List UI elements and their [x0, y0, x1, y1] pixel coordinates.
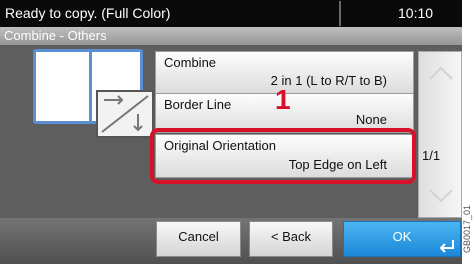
highlight-frame: [150, 128, 416, 184]
status-time: 10:10: [398, 5, 434, 21]
ok-button[interactable]: OK: [343, 221, 461, 257]
chevron-down-icon: [429, 189, 453, 203]
callout-number: 1: [275, 84, 291, 115]
status-message: Ready to copy. (Full Color): [5, 5, 171, 21]
original-orientation-icon: [96, 90, 154, 138]
image-code: GB0017_01: [462, 196, 475, 264]
enter-icon: [439, 240, 454, 253]
page-indicator: 1/1: [422, 148, 441, 163]
breadcrumb: Combine - Others: [0, 27, 462, 45]
border-line-label: Border Line: [164, 97, 232, 112]
back-label: < Back: [270, 229, 312, 244]
back-button[interactable]: < Back: [249, 221, 333, 257]
status-bar: Ready to copy. (Full Color) 10:10: [0, 0, 462, 27]
cancel-button[interactable]: Cancel: [156, 221, 241, 257]
combine-label: Combine: [164, 55, 217, 70]
breadcrumb-text: Combine - Others: [4, 28, 107, 43]
status-separator: [339, 1, 341, 26]
scroll-up-button[interactable]: [421, 54, 461, 94]
scroll-down-button[interactable]: [421, 175, 461, 215]
cancel-label: Cancel: [178, 229, 219, 244]
combine-preview: [29, 49, 157, 141]
image-code-text: GB0017_01: [462, 204, 472, 254]
scroll-column: [418, 51, 462, 218]
chevron-up-icon: [429, 66, 453, 80]
preview-divider: [89, 52, 92, 121]
copier-panel: Ready to copy. (Full Color) 10:10 Combin…: [0, 0, 462, 264]
border-line-value: None: [355, 112, 387, 127]
